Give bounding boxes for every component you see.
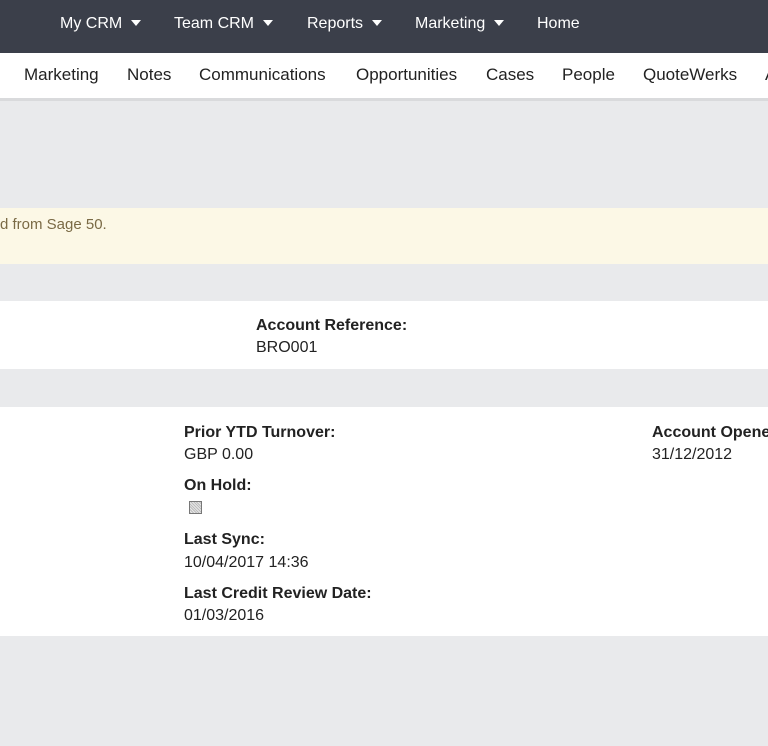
nav-my-crm-label: My CRM — [60, 15, 123, 32]
account-reference-label: Account Reference: — [256, 317, 408, 334]
nav-home[interactable]: Home — [537, 0, 580, 48]
prior-ytd-turnover-value: GBP 0.00 — [184, 446, 254, 463]
nav-team-crm[interactable]: Team CRM — [174, 0, 274, 48]
nav-marketing[interactable]: Marketing — [415, 0, 505, 48]
tab-people[interactable]: People — [562, 53, 615, 98]
tab-communications[interactable]: Communications — [199, 53, 326, 98]
caret-down-icon — [131, 19, 142, 26]
account-details-panel: Prior YTD Turnover: GBP 0.00 On Hold: La… — [0, 407, 768, 636]
nav-marketing-label: Marketing — [415, 15, 486, 32]
sub-nav-tabs: Marketing Notes Communications Opportuni… — [0, 53, 768, 101]
top-nav-bar: My CRM Team CRM Reports Marketing Home — [0, 0, 768, 53]
last-credit-review-value: 01/03/2016 — [184, 607, 265, 624]
caret-down-icon — [263, 19, 274, 26]
nav-reports[interactable]: Reports — [307, 0, 383, 48]
tab-notes[interactable]: Notes — [127, 53, 171, 98]
account-opened-label: Account Opene — [652, 424, 768, 441]
sync-info-text: d from Sage 50. — [0, 216, 107, 233]
nav-my-crm[interactable]: My CRM — [60, 0, 142, 48]
last-sync-value: 10/04/2017 14:36 — [184, 554, 309, 571]
last-credit-review-label: Last Credit Review Date: — [184, 585, 372, 602]
tab-quotewerks[interactable]: QuoteWerks — [643, 53, 737, 98]
nav-reports-label: Reports — [307, 15, 364, 32]
account-reference-value: BRO001 — [256, 339, 318, 356]
caret-down-icon — [372, 19, 383, 26]
tab-opportunities[interactable]: Opportunities — [356, 53, 457, 98]
last-sync-label: Last Sync: — [184, 531, 265, 548]
account-reference-panel: Account Reference: BRO001 — [0, 301, 768, 369]
account-opened-value: 31/12/2012 — [652, 446, 733, 463]
on-hold-checkbox[interactable] — [189, 501, 202, 514]
tab-cases[interactable]: Cases — [486, 53, 534, 98]
caret-down-icon — [494, 19, 505, 26]
sync-info-banner: d from Sage 50. — [0, 208, 768, 264]
tab-marketing[interactable]: Marketing — [24, 53, 99, 98]
nav-team-crm-label: Team CRM — [174, 15, 255, 32]
prior-ytd-turnover-label: Prior YTD Turnover: — [184, 424, 336, 441]
on-hold-label: On Hold: — [184, 477, 252, 494]
nav-home-label: Home — [537, 15, 580, 32]
